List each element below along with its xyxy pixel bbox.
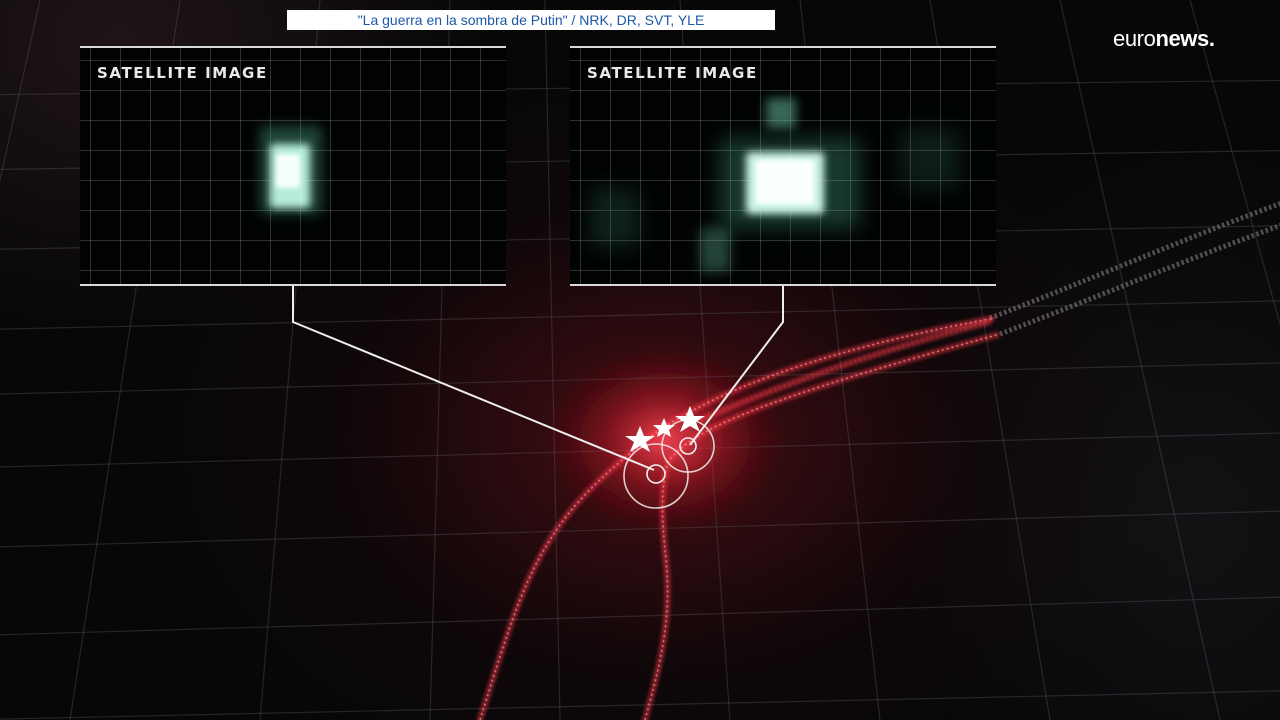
satellite-blob — [766, 98, 796, 128]
satellite-panel-left: SATELLITE IMAGE — [80, 46, 506, 286]
logo-text-light: euro — [1113, 26, 1156, 51]
ship-track-grey — [989, 201, 1280, 337]
source-caption: "La guerra en la sombra de Putin" / NRK,… — [287, 10, 775, 30]
euronews-logo: euronews. — [1113, 26, 1215, 52]
satellite-blob — [590, 188, 640, 248]
logo-text-bold: news. — [1155, 26, 1215, 51]
satellite-panel-right: SATELLITE IMAGE — [570, 46, 996, 286]
satellite-blob — [276, 154, 300, 188]
satellite-blob — [900, 128, 960, 188]
satellite-blob — [756, 160, 814, 204]
panel-title: SATELLITE IMAGE — [587, 64, 758, 82]
video-frame: SATELLITE IMAGE SATELLITE IMAGE "La guer… — [0, 0, 1280, 720]
satellite-blob — [700, 228, 730, 272]
panel-title: SATELLITE IMAGE — [97, 64, 268, 82]
